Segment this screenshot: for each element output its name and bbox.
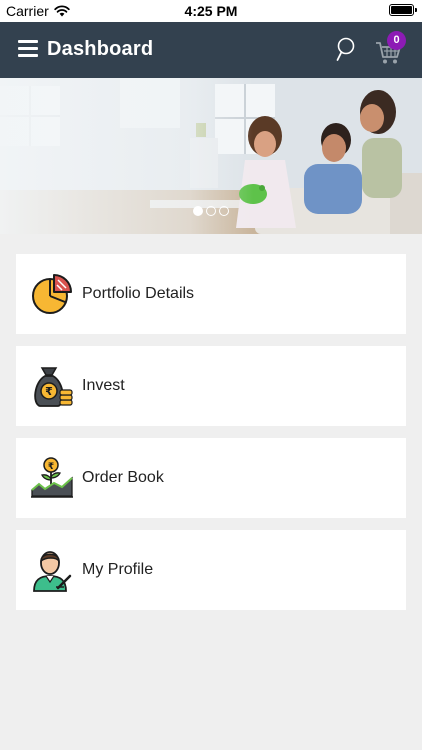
svg-text:₹: ₹	[48, 462, 54, 472]
carousel-dots	[193, 206, 229, 216]
menu-item-label: Order Book	[82, 469, 164, 486]
growth-plant-icon: ₹	[31, 457, 73, 498]
hamburger-menu-icon[interactable]	[18, 40, 40, 60]
menu-item-order-book[interactable]: ₹ Order Book	[16, 438, 406, 518]
menu-item-portfolio-details[interactable]: Portfolio Details	[16, 254, 406, 334]
pie-chart-icon	[32, 274, 72, 314]
user-profile-icon	[33, 551, 72, 592]
menu-item-invest[interactable]: ₹ Invest	[16, 346, 406, 426]
menu-item-my-profile[interactable]: My Profile	[16, 530, 406, 610]
status-bar: Carrier 4:25 PM	[0, 0, 422, 22]
page-title: Dashboard	[47, 38, 154, 60]
menu-item-label: Invest	[82, 377, 125, 394]
status-time: 4:25 PM	[184, 3, 238, 19]
carousel-dot-2[interactable]	[206, 206, 216, 216]
menu-item-label: My Profile	[82, 561, 154, 578]
cart-count-badge: 0	[387, 31, 406, 50]
battery-icon	[389, 4, 417, 16]
search-icon[interactable]	[334, 36, 358, 64]
menu-item-label: Portfolio Details	[82, 285, 195, 302]
svg-text:₹: ₹	[45, 385, 53, 398]
carousel-dot-3[interactable]	[219, 206, 229, 216]
app-header: Dashboard	[0, 22, 422, 78]
carousel-dot-1[interactable]	[193, 206, 203, 216]
money-bag-icon: ₹	[34, 367, 73, 407]
